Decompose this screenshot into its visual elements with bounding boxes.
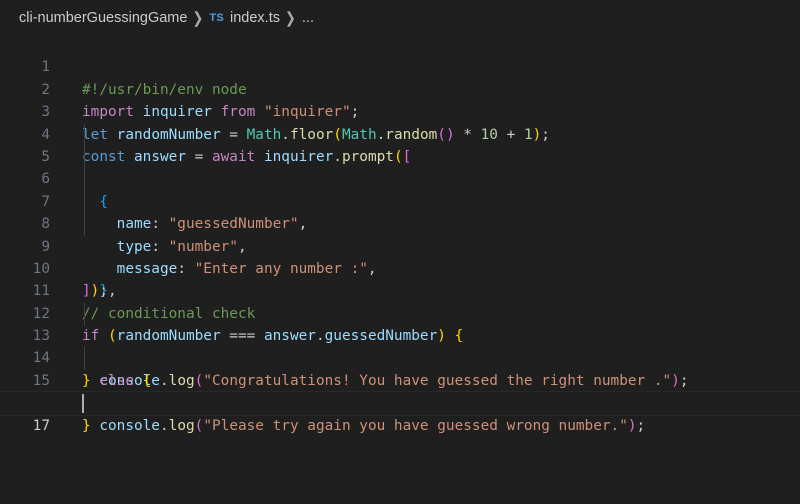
breadcrumb-folder[interactable]: cli-numberGuessingGame: [19, 10, 187, 26]
line-content: console.log("Please try again you have g…: [99, 417, 646, 434]
indent-guide: [84, 213, 85, 236]
code-line[interactable]: 1 #!/usr/bin/env node: [0, 34, 800, 97]
line-number: 17: [32, 417, 50, 434]
code-line[interactable]: 5 {: [0, 123, 800, 210]
breadcrumb: cli-numberGuessingGame ❯ TS index.ts ❯ .…: [0, 0, 800, 36]
indent-guide: [84, 145, 85, 169]
code-line[interactable]: 16 }: [0, 370, 800, 433]
indent-guide: [84, 347, 85, 370]
line-content: }: [82, 417, 91, 434]
breadcrumb-symbols[interactable]: ...: [302, 10, 314, 26]
code-line[interactable]: 12 if (randomNumber === answer.guessedNu…: [0, 280, 800, 344]
code-line[interactable]: 10 ]);: [0, 236, 800, 299]
code-line[interactable]: 3 let randomNumber = Math.floor(Math.ran…: [0, 79, 800, 142]
code-line[interactable]: 9 },: [0, 213, 800, 299]
code-line-current[interactable]: 17: [0, 391, 800, 434]
code-line[interactable]: 14 } else {: [0, 325, 800, 388]
code-line[interactable]: 2 import inquirer from "inquirer";: [0, 56, 800, 120]
code-line[interactable]: 7 type: "number",: [0, 168, 800, 255]
code-line[interactable]: 4 const answer = await inquirer.prompt([: [0, 101, 800, 165]
code-line[interactable]: 15 console.log("Please try again you hav…: [0, 347, 800, 434]
indent-guide: [84, 123, 85, 146]
chevron-right-icon: ❯: [192, 8, 204, 27]
indent-guide: [84, 168, 85, 191]
code-line[interactable]: 11 // conditional check: [0, 258, 800, 321]
indent-guide: [84, 190, 85, 214]
code-editor[interactable]: 1 #!/usr/bin/env node 2 import inquirer …: [0, 34, 800, 460]
code-line[interactable]: 6 name: "guessedNumber",: [0, 145, 800, 232]
indent-guide: [84, 302, 85, 326]
code-line[interactable]: 8 message: "Enter any number :",: [0, 190, 800, 277]
breadcrumb-file[interactable]: index.ts: [230, 10, 280, 26]
code-line[interactable]: 13 console.log("Congratulations! You hav…: [0, 302, 800, 389]
chevron-right-icon: ❯: [284, 8, 296, 27]
typescript-file-icon: TS: [209, 12, 224, 24]
text-cursor: [82, 394, 84, 414]
